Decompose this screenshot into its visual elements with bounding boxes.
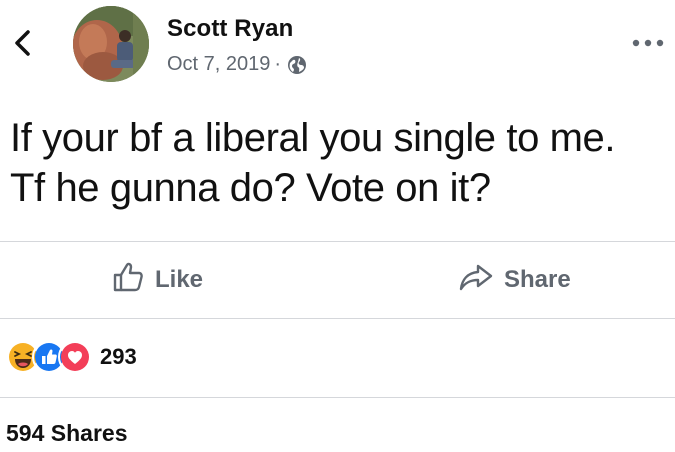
like-label: Like bbox=[155, 266, 204, 293]
share-arrow-icon bbox=[458, 260, 504, 301]
reactions-summary[interactable]: 293 bbox=[6, 339, 137, 375]
post-header: Scott Ryan Oct 7, 2019 · bbox=[0, 0, 675, 90]
share-label: Share bbox=[504, 266, 571, 293]
like-button[interactable]: Like bbox=[111, 260, 203, 300]
reaction-count: 293 bbox=[100, 344, 137, 369]
shares-count[interactable]: 594 Shares bbox=[6, 420, 127, 447]
share-button[interactable]: Share bbox=[458, 260, 571, 300]
post-date[interactable]: Oct 7, 2019 bbox=[167, 53, 270, 76]
divider bbox=[0, 318, 675, 319]
love-icon bbox=[58, 340, 92, 374]
thumbs-up-icon bbox=[111, 260, 155, 301]
divider bbox=[0, 397, 675, 398]
meta-separator: · bbox=[274, 53, 282, 75]
divider bbox=[0, 241, 675, 242]
avatar[interactable] bbox=[73, 6, 149, 82]
post-meta: Oct 7, 2019 · bbox=[167, 53, 307, 76]
back-chevron-icon[interactable] bbox=[10, 26, 36, 60]
globe-icon bbox=[287, 55, 307, 75]
post-text: If your bf a liberal you single to me. T… bbox=[10, 116, 616, 210]
author-name[interactable]: Scott Ryan bbox=[167, 15, 293, 43]
more-options-icon[interactable] bbox=[630, 36, 666, 48]
